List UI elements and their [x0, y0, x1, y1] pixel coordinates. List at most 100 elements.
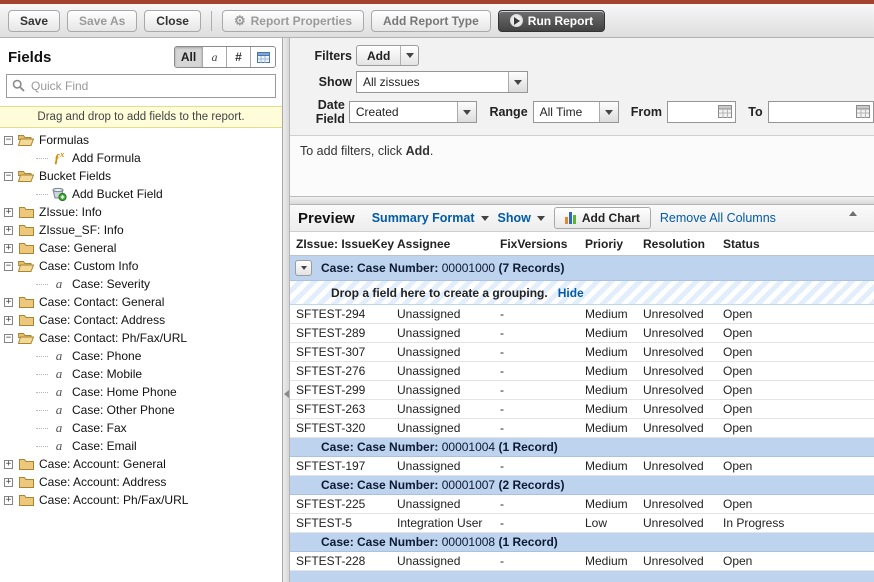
text-field-icon: a: [50, 438, 68, 454]
tree-item[interactable]: Add Bucket Field: [0, 185, 282, 203]
collapse-icon[interactable]: −: [4, 172, 13, 181]
add-filter-button[interactable]: Add: [356, 45, 419, 66]
tree-item[interactable]: ƒxAdd Formula: [0, 149, 282, 167]
table-cell: Open: [723, 345, 874, 359]
horizontal-splitter[interactable]: [290, 196, 874, 205]
expand-icon[interactable]: +: [4, 298, 13, 307]
tree-item-label: Case: General: [39, 241, 116, 255]
save-button[interactable]: Save: [8, 10, 60, 32]
table-row[interactable]: SFTEST-228Unassigned-MediumUnresolvedOpe…: [290, 552, 874, 571]
tree-item[interactable]: aCase: Severity: [0, 275, 282, 293]
table-cell: Medium: [585, 364, 643, 378]
expand-icon[interactable]: +: [4, 316, 13, 325]
field-type-text-button[interactable]: a: [203, 47, 227, 67]
table-row[interactable]: SFTEST-294Unassigned-MediumUnresolvedOpe…: [290, 305, 874, 324]
column-header[interactable]: Resolution: [643, 237, 723, 251]
date-field-label: Date Field: [290, 98, 345, 126]
add-chart-button[interactable]: Add Chart: [554, 207, 651, 229]
tree-item[interactable]: aCase: Phone: [0, 347, 282, 365]
table-row[interactable]: SFTEST-320Unassigned-MediumUnresolvedOpe…: [290, 419, 874, 438]
tree-item[interactable]: −Case: Contact: Ph/Fax/URL: [0, 329, 282, 347]
collapse-icon[interactable]: −: [4, 334, 13, 343]
tree-item[interactable]: −Formulas: [0, 131, 282, 149]
calendar-icon[interactable]: [718, 105, 732, 118]
table-row[interactable]: SFTEST-307Unassigned-MediumUnresolvedOpe…: [290, 343, 874, 362]
tree-item[interactable]: + Case: General: [0, 239, 282, 257]
table-cell: Unresolved: [643, 345, 723, 359]
tree-item[interactable]: −Case: Custom Info: [0, 257, 282, 275]
tree-connector: [36, 410, 48, 411]
expand-icon[interactable]: +: [4, 244, 13, 253]
table-row[interactable]: SFTEST-289Unassigned-MediumUnresolvedOpe…: [290, 324, 874, 343]
table-row[interactable]: SFTEST-197Unassigned-MediumUnresolvedOpe…: [290, 457, 874, 476]
expand-icon[interactable]: +: [4, 208, 13, 217]
quick-find-input[interactable]: [6, 74, 276, 98]
field-type-number-button[interactable]: #: [227, 47, 251, 67]
calendar-icon[interactable]: [856, 105, 870, 118]
table-cell: -: [500, 307, 585, 321]
column-header[interactable]: FixVersions: [500, 237, 585, 251]
expand-icon[interactable]: +: [4, 478, 13, 487]
tree-item[interactable]: aCase: Fax: [0, 419, 282, 437]
show-select[interactable]: All zissues: [356, 71, 528, 93]
preview-header: Preview Summary Format Show Add Chart Re…: [290, 205, 874, 232]
scroll-up-arrow-icon[interactable]: [849, 211, 857, 216]
group-collapse-button[interactable]: [295, 260, 312, 276]
tree-item[interactable]: + Case: Account: Address: [0, 473, 282, 491]
tree-item[interactable]: +Case: Contact: Address: [0, 311, 282, 329]
column-header[interactable]: ZIssue: IssueKey: [290, 237, 397, 251]
expand-icon[interactable]: +: [4, 460, 13, 469]
tree-item-label: Case: Account: Address: [39, 475, 166, 489]
collapse-icon[interactable]: −: [4, 262, 13, 271]
collapse-left-arrow-icon[interactable]: [284, 390, 289, 398]
run-report-button[interactable]: Run Report: [498, 10, 605, 32]
table-row[interactable]: SFTEST-276Unassigned-MediumUnresolvedOpe…: [290, 362, 874, 381]
close-button[interactable]: Close: [144, 10, 201, 32]
date-field-select-arrow[interactable]: [457, 102, 476, 122]
show-select-arrow[interactable]: [508, 72, 527, 92]
field-type-date-button[interactable]: [251, 47, 275, 67]
range-select[interactable]: All Time: [533, 101, 619, 123]
remove-all-columns-link[interactable]: Remove All Columns: [660, 211, 776, 225]
add-report-type-button[interactable]: Add Report Type: [371, 10, 491, 32]
tree-item[interactable]: aCase: Other Phone: [0, 401, 282, 419]
tree-item[interactable]: +ZIssue_SF: Info: [0, 221, 282, 239]
tree-item[interactable]: aCase: Mobile: [0, 365, 282, 383]
folder-icon: [17, 332, 35, 344]
show-menu[interactable]: Show: [498, 211, 545, 225]
add-filter-dropdown-arrow[interactable]: [400, 46, 418, 65]
text-field-icon: a: [50, 366, 68, 382]
range-select-arrow[interactable]: [599, 102, 618, 122]
table-cell: Unassigned: [397, 307, 500, 321]
table-row[interactable]: SFTEST-5Integration User-LowUnresolvedIn…: [290, 514, 874, 533]
expand-icon[interactable]: +: [4, 496, 13, 505]
report-properties-button[interactable]: ⚙ Report Properties: [222, 10, 364, 32]
collapse-icon[interactable]: −: [4, 136, 13, 145]
table-cell: Unresolved: [643, 402, 723, 416]
chevron-down-icon: [481, 216, 489, 221]
tree-item[interactable]: +Case: Contact: General: [0, 293, 282, 311]
tree-item[interactable]: +ZIssue: Info: [0, 203, 282, 221]
tree-item[interactable]: aCase: Home Phone: [0, 383, 282, 401]
grouping-dropzone[interactable]: Drop a field here to create a grouping.H…: [290, 281, 874, 305]
field-type-all-button[interactable]: All: [175, 47, 203, 67]
tree-item[interactable]: aCase: Email: [0, 437, 282, 455]
tree-item[interactable]: +Case: Account: Ph/Fax/URL: [0, 491, 282, 509]
column-header[interactable]: Prioriy: [585, 237, 643, 251]
tree-item[interactable]: −Bucket Fields: [0, 167, 282, 185]
date-field-select[interactable]: Created: [349, 101, 478, 123]
group-header-label: Case: Case Number: 00001004 (1 Record): [321, 440, 558, 454]
column-header[interactable]: Status: [723, 237, 874, 251]
table-row[interactable]: SFTEST-299Unassigned-MediumUnresolvedOpe…: [290, 381, 874, 400]
table-cell: SFTEST-294: [290, 307, 397, 321]
table-row[interactable]: SFTEST-263Unassigned-MediumUnresolvedOpe…: [290, 400, 874, 419]
dropzone-hide-link[interactable]: Hide: [558, 286, 584, 300]
folder-icon: [17, 206, 35, 218]
save-as-button[interactable]: Save As: [67, 10, 137, 32]
tree-item[interactable]: +Case: Account: General: [0, 455, 282, 473]
column-header[interactable]: Assignee: [397, 237, 500, 251]
summary-format-menu[interactable]: Summary Format: [372, 211, 489, 225]
vertical-splitter[interactable]: [283, 38, 290, 582]
table-row[interactable]: SFTEST-225Unassigned-MediumUnresolvedOpe…: [290, 495, 874, 514]
expand-icon[interactable]: +: [4, 226, 13, 235]
